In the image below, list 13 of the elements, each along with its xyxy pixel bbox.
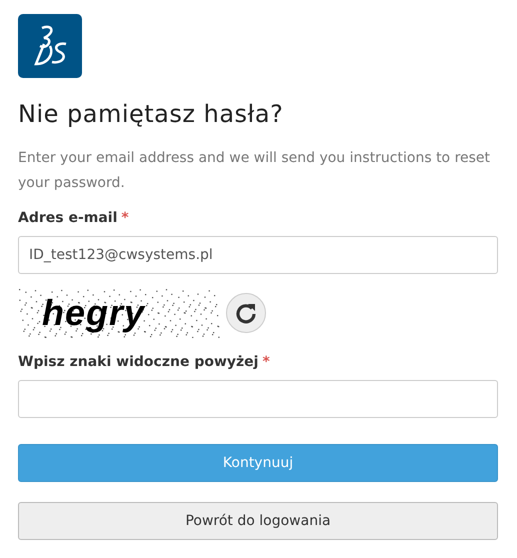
field-label: Adres e-mail [18,210,118,226]
captcha-image: hegry [18,288,220,338]
instructions-text: Enter your email address and we will send you instructions to reset your password. [18,149,492,193]
refresh-button[interactable] [226,293,266,333]
field-label: Wpisz znaki widoczne powyżej [18,354,258,370]
logo-icon [18,14,82,78]
refresh-icon [234,301,258,325]
back-button[interactable]: Powrót do logowania [18,502,498,540]
captcha-field[interactable] [18,380,498,418]
required-marker: * [121,210,129,226]
required-marker: * [262,354,270,370]
page-title: Nie pamiętasz hasła? [18,100,284,128]
email-field[interactable]: ID_test123@cwsystems.pl [18,236,498,274]
